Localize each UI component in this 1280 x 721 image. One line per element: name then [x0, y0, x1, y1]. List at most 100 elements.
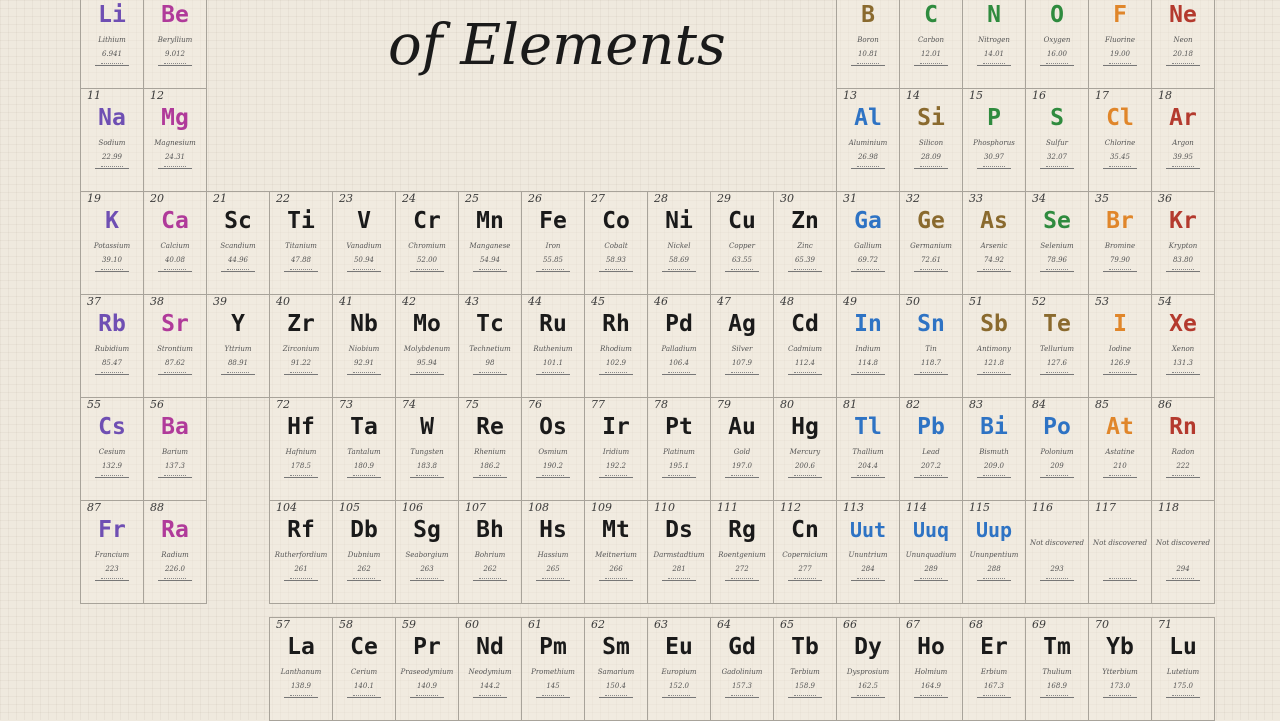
- atomic-number: 70: [1095, 618, 1109, 631]
- signature-line: [851, 166, 885, 169]
- atomic-mass: 83.80: [1172, 256, 1194, 264]
- atomic-mass: 39.95: [1172, 153, 1194, 161]
- atomic-number: 23: [339, 192, 353, 205]
- element-symbol: Cs: [98, 414, 126, 440]
- signature-line: [977, 372, 1011, 375]
- element-symbol: Li: [98, 2, 126, 28]
- atomic-number: 84: [1032, 398, 1046, 411]
- signature-line: [410, 372, 444, 375]
- atomic-number: 45: [591, 295, 605, 308]
- signature-line: [977, 475, 1011, 478]
- atomic-number: 18: [1158, 89, 1172, 102]
- atomic-mass: 175.0: [1172, 682, 1194, 690]
- element-cell-o: O Oxygen 16.00: [1025, 0, 1089, 89]
- atomic-mass: 145: [546, 682, 560, 690]
- element-symbol: Mt: [602, 517, 630, 543]
- atomic-number: 24: [402, 192, 416, 205]
- element-name: Bismuth: [979, 448, 1009, 456]
- signature-line: [662, 269, 696, 272]
- element-symbol: Sc: [224, 208, 252, 234]
- atomic-number: 110: [654, 501, 675, 514]
- signature-line: [473, 475, 507, 478]
- element-cell-ag: 47 Ag Silver 107.9: [710, 294, 774, 398]
- atomic-number: 87: [87, 501, 101, 514]
- element-symbol: Bh: [476, 517, 504, 543]
- atomic-mass: 204.4: [857, 462, 879, 470]
- atomic-mass: 180.9: [353, 462, 375, 470]
- element-name: Ruthenium: [533, 345, 573, 353]
- element-name: Francium: [94, 551, 130, 559]
- atomic-number: 68: [969, 618, 983, 631]
- element-cell-re: 75 Re Rhenium 186.2: [458, 397, 522, 501]
- element-name: Iodine: [1108, 345, 1132, 353]
- element-symbol: In: [854, 311, 882, 337]
- element-cell-pm: 61 Pm Promethium 145: [521, 617, 585, 721]
- element-name: Chromium: [408, 242, 446, 250]
- element-cell-kr: 36 Kr Krypton 83.80: [1151, 191, 1215, 295]
- element-cell-ga: 31 Ga Gallium 69.72: [836, 191, 900, 295]
- signature-line: [158, 475, 192, 478]
- element-cell-p: 15 P Phosphorus 30.97: [962, 88, 1026, 192]
- atomic-mass: 127.6: [1046, 359, 1068, 367]
- signature-line: [1040, 63, 1074, 66]
- atomic-mass: 91.22: [290, 359, 312, 367]
- element-cell-k: 19 K Potassium 39.10: [80, 191, 144, 295]
- atomic-mass: 47.88: [290, 256, 312, 264]
- signature-line: [599, 372, 633, 375]
- atomic-mass: 10.81: [857, 50, 879, 58]
- atomic-number: 41: [339, 295, 353, 308]
- element-cell-cr: 24 Cr Chromium 52.00: [395, 191, 459, 295]
- atomic-number: 50: [906, 295, 920, 308]
- element-symbol: Zr: [287, 311, 315, 337]
- element-cell-te: 52 Te Tellurium 127.6: [1025, 294, 1089, 398]
- signature-line: [158, 166, 192, 169]
- signature-line: [536, 269, 570, 272]
- element-symbol: W: [420, 414, 434, 440]
- element-name: Not discovered: [1030, 539, 1084, 547]
- atomic-mass: 121.8: [983, 359, 1005, 367]
- signature-line: [1040, 475, 1074, 478]
- element-cell-ds: 110 Ds Darmstadtium 281: [647, 500, 711, 604]
- signature-line: [284, 372, 318, 375]
- element-name: Meitnerium: [595, 551, 637, 559]
- signature-line: [914, 166, 948, 169]
- signature-line: [599, 578, 633, 581]
- signature-line: [95, 63, 129, 66]
- atomic-number: 118: [1158, 501, 1179, 514]
- element-cell-tc: 43 Tc Technetium 98: [458, 294, 522, 398]
- atomic-number: 72: [276, 398, 290, 411]
- atomic-number: 79: [717, 398, 731, 411]
- element-name: Beryllium: [157, 36, 193, 44]
- atomic-mass: 261: [294, 565, 308, 573]
- atomic-mass: 168.9: [1046, 682, 1068, 690]
- element-name: Lithium: [98, 36, 126, 44]
- element-symbol: O: [1050, 2, 1064, 28]
- atomic-mass: 98: [485, 359, 495, 367]
- element-name: Zinc: [797, 242, 813, 250]
- signature-line: [410, 695, 444, 698]
- atomic-mass: 266: [609, 565, 623, 573]
- element-name: Germanium: [910, 242, 952, 250]
- element-symbol: Nb: [350, 311, 378, 337]
- element-symbol: Ds: [665, 517, 693, 543]
- atomic-mass: 209: [1050, 462, 1064, 470]
- atomic-mass: 272: [735, 565, 749, 573]
- element-symbol: Ta: [350, 414, 378, 440]
- element-cell-mn: 25 Mn Manganese 54.94: [458, 191, 522, 295]
- atomic-number: 113: [843, 501, 864, 514]
- atomic-number: 58: [339, 618, 353, 631]
- atomic-mass: 178.5: [290, 462, 312, 470]
- element-cell-ru: 44 Ru Ruthenium 101.1: [521, 294, 585, 398]
- element-cell-sr: 38 Sr Strontium 87.62: [143, 294, 207, 398]
- element-cell-zn: 30 Zn Zinc 65.39: [773, 191, 837, 295]
- signature-line: [536, 475, 570, 478]
- atomic-mass: 210: [1113, 462, 1127, 470]
- atomic-number: 36: [1158, 192, 1172, 205]
- signature-line: [914, 269, 948, 272]
- atomic-mass: 85.47: [101, 359, 123, 367]
- atomic-mass: 79.90: [1109, 256, 1131, 264]
- element-name: Ytterbium: [1102, 668, 1138, 676]
- signature-line: [284, 269, 318, 272]
- atomic-mass: 289: [924, 565, 938, 573]
- atomic-number: 109: [591, 501, 612, 514]
